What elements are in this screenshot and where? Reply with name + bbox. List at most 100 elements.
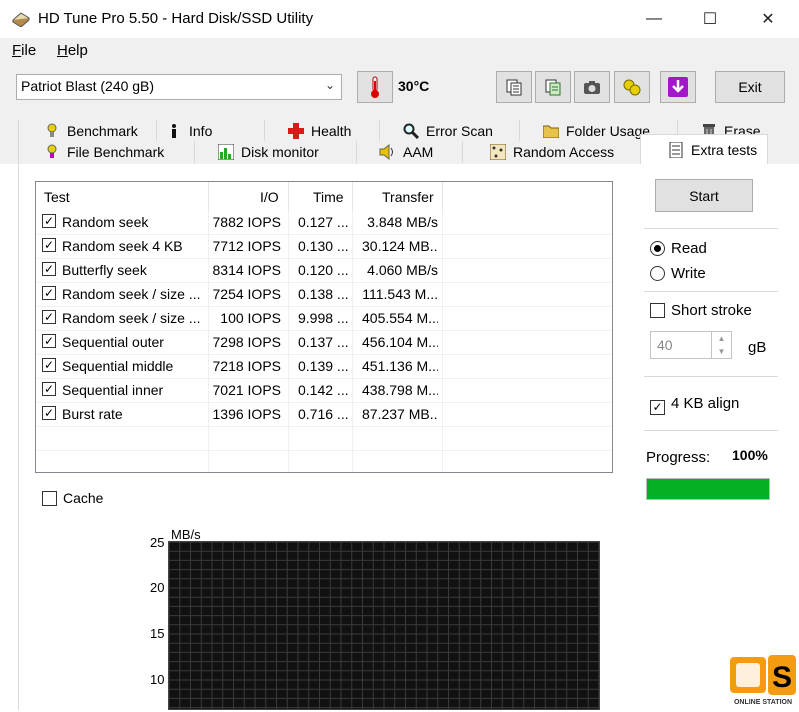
tab-label: Error Scan [426,123,493,139]
cell-test: Random seek / size ... [62,310,201,326]
info-icon [165,123,183,139]
copy-text-icon [506,79,522,96]
test-checkbox[interactable]: ✓ [42,382,56,396]
test-checkbox[interactable]: ✓ [42,358,56,372]
cell-test: Random seek [62,214,149,230]
cache-label: Cache [63,490,104,506]
close-button[interactable]: ✕ [740,0,796,38]
table-row[interactable]: ✓ Sequential middle 7218 IOPS 0.139 ... … [36,354,612,378]
short-stroke-label: Short stroke [671,302,752,319]
spin-down-icon[interactable]: ▼ [711,345,731,358]
cache-checkbox-box[interactable] [42,491,57,506]
copy-text-button[interactable] [496,71,532,103]
menu-help-label: elp [67,42,88,59]
extra-tests-icon [667,141,685,158]
progress-fill [647,479,769,499]
benchmark-graph [168,541,600,710]
tab-benchmark[interactable]: Benchmark [18,120,156,142]
align-checkbox[interactable]: ✓ 4 KB align [650,395,739,415]
start-button[interactable]: Start [655,179,753,212]
tab-label: Info [189,123,213,139]
maximize-button[interactable]: ☐ [682,0,738,38]
test-checkbox[interactable]: ✓ [42,262,56,276]
test-checkbox[interactable]: ✓ [42,238,56,252]
table-row[interactable]: ✓ Random seek 7882 IOPS 0.127 ... 3.848 … [36,210,612,234]
tab-file-benchmark[interactable]: File Benchmark [18,141,194,163]
results-table[interactable]: Test I/O Time Transfer ✓ Random seek 788… [35,181,613,473]
header-io[interactable]: I/O [260,189,279,205]
tab-label: File Benchmark [67,144,165,160]
test-checkbox[interactable]: ✓ [42,406,56,420]
tab-error-scan[interactable]: Error Scan [379,120,519,142]
table-row[interactable]: ✓ Random seek 4 KB 7712 IOPS 0.130 ... 3… [36,234,612,258]
menu-help[interactable]: Help [57,42,88,59]
menu-file-accel: F [12,42,22,59]
file-benchmark-icon [43,144,61,160]
cell-transfer: 4.060 MB/s [367,262,438,278]
table-row[interactable]: ✓ Burst rate 1396 IOPS 0.716 ... 87.237 … [36,402,612,426]
tab-aam[interactable]: AAM [356,141,462,163]
drive-select[interactable]: Patriot Blast (240 gB) ⌄ [16,74,342,100]
spin-up-icon[interactable]: ▲ [711,332,731,345]
cell-transfer: 405.554 M... [362,310,438,326]
row-divider [36,282,612,283]
tab-health[interactable]: Health [264,120,379,142]
short-stroke-box[interactable] [650,303,665,318]
write-radio[interactable]: Write [650,265,706,282]
copy-info-button[interactable] [535,71,571,103]
cell-time: 0.137 ... [298,334,349,350]
minimize-button[interactable]: — [626,0,682,38]
row-divider [36,378,612,379]
header-test[interactable]: Test [44,189,70,205]
row-divider [36,426,612,427]
health-icon [287,123,305,139]
divider [644,228,778,229]
title-bar: HD Tune Pro 5.50 - Hard Disk/SSD Utility… [0,0,799,38]
table-row[interactable]: ✓ Random seek / size ... 100 IOPS 9.998 … [36,306,612,330]
minimize-icon: — [646,10,662,27]
screenshot-button[interactable] [574,71,610,103]
cell-time: 9.998 ... [298,310,349,326]
table-row[interactable]: ✓ Sequential inner 7021 IOPS 0.142 ... 4… [36,378,612,402]
cell-time: 0.142 ... [298,382,349,398]
cell-io: 7298 IOPS [212,334,282,350]
tab-disk-monitor[interactable]: Disk monitor [194,141,356,163]
read-radio[interactable]: Read [650,240,707,257]
align-checkbox-box[interactable]: ✓ [650,400,665,415]
short-stroke-spinner[interactable]: 40 ▲ ▼ [650,331,732,359]
save-button[interactable] [660,71,696,103]
menu-file[interactable]: File [12,42,36,59]
header-transfer[interactable]: Transfer [382,189,434,205]
random-access-icon [489,144,507,160]
cell-test: Sequential outer [62,334,164,350]
header-time[interactable]: Time [313,189,344,205]
table-row[interactable]: ✓ Sequential outer 7298 IOPS 0.137 ... 4… [36,330,612,354]
cell-test: Random seek / size ... [62,286,201,302]
cell-time: 0.120 ... [298,262,349,278]
table-row[interactable]: ✓ Butterfly seek 8314 IOPS 0.120 ... 4.0… [36,258,612,282]
cell-test: Butterfly seek [62,262,147,278]
cell-transfer: 111.543 M... [362,286,438,302]
temperature-button[interactable] [357,71,393,103]
table-row[interactable]: ✓ Random seek / size ... 7254 IOPS 0.138… [36,282,612,306]
read-radio-dot[interactable] [650,241,665,256]
short-stroke-checkbox[interactable]: Short stroke [650,302,752,319]
watermark-text: ONLINE STATION [734,699,792,706]
test-checkbox[interactable]: ✓ [42,286,56,300]
toolbar: Patriot Blast (240 gB) ⌄ 30°C Exit [0,64,799,116]
exit-button[interactable]: Exit [715,71,785,103]
tab-extra-tests[interactable]: Extra tests [640,134,768,164]
test-checkbox[interactable]: ✓ [42,214,56,228]
cache-checkbox[interactable]: Cache [42,490,103,506]
test-checkbox[interactable]: ✓ [42,334,56,348]
gb-unit-label: gB [748,339,767,356]
options-button[interactable] [614,71,650,103]
test-checkbox[interactable]: ✓ [42,310,56,324]
error-scan-icon [402,123,420,139]
cell-time: 0.130 ... [298,238,349,254]
progress-bar [646,478,770,500]
tab-random-access[interactable]: Random Access [462,141,640,163]
write-radio-dot[interactable] [650,266,665,281]
benchmark-icon [43,123,61,139]
tab-info[interactable]: Info [156,120,264,142]
